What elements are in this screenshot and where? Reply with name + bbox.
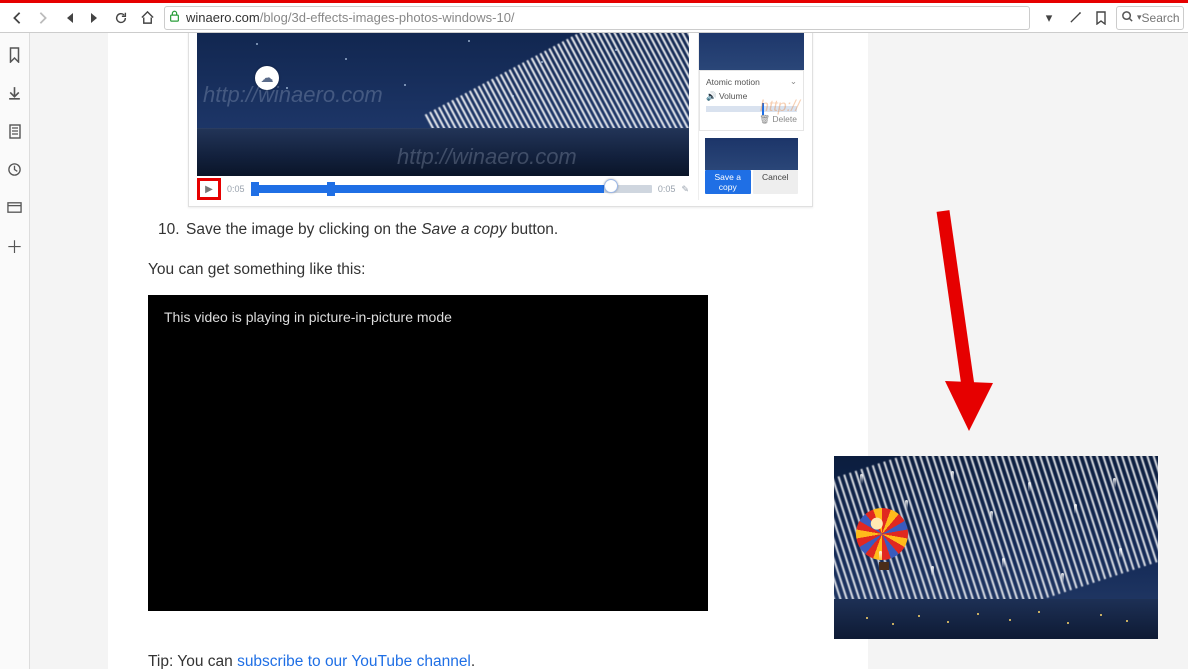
step-number: 10. (158, 221, 186, 239)
pip-placeholder[interactable]: This video is playing in picture-in-pict… (148, 295, 708, 611)
bookmark-icon[interactable] (1088, 5, 1114, 31)
play-time-end: 0:05 (658, 184, 676, 194)
bookmarks-panel-icon[interactable] (5, 45, 25, 65)
watermark-text: http:// (760, 98, 800, 116)
play-track (251, 185, 652, 193)
play-time-start: 0:05 (227, 184, 245, 194)
watermark-text: http://winaero.com (203, 82, 383, 108)
search-icon (1121, 10, 1134, 26)
tip-link[interactable]: subscribe to our YouTube channel (237, 653, 471, 669)
volume-label: Volume (719, 91, 747, 101)
step-italic: Save a copy (421, 221, 506, 238)
play-button-highlight: ▶ (197, 178, 221, 200)
dropdown-icon[interactable]: ▾ (1036, 5, 1062, 31)
edit-icon: ✎ (681, 184, 689, 195)
forward-button[interactable] (30, 5, 56, 31)
browser-accent-bar (0, 0, 1188, 3)
rewind-button[interactable] (56, 5, 82, 31)
lock-icon (169, 10, 180, 25)
page-viewport: http://winaero.com http://winaero.com ☁ … (30, 33, 1188, 669)
cancel-button: Cancel (753, 170, 799, 194)
search-input[interactable] (1142, 11, 1179, 25)
chevron-down-icon: ⌄ (790, 76, 797, 87)
article-column: http://winaero.com http://winaero.com ☁ … (108, 33, 868, 669)
address-bar[interactable]: winaero.com/blog/3d-effects-images-photo… (164, 6, 1030, 30)
step-10: 10.Save the image by clicking on the Sav… (158, 221, 848, 239)
toolbar-right: ▾ (1036, 5, 1114, 31)
tip-prefix: Tip: You can (148, 653, 237, 669)
back-button[interactable] (4, 5, 30, 31)
fast-forward-button[interactable] (82, 5, 108, 31)
notes-panel-icon[interactable] (5, 121, 25, 141)
step-text: Save the image by clicking on the (186, 221, 421, 238)
history-panel-icon[interactable] (5, 159, 25, 179)
tip-line: Tip: You can subscribe to our YouTube ch… (148, 653, 848, 669)
watermark-text: http://winaero.com (397, 144, 577, 170)
browser-sidebar: ＋ (0, 33, 30, 669)
url-host: winaero.com (186, 10, 260, 25)
screenshot-sidepanel: Atomic motion⌄ 🔊 Volume 🗑 Delete http://… (698, 33, 804, 200)
pip-message: This video is playing in picture-in-pict… (164, 309, 452, 325)
search-box[interactable]: ▾ (1116, 6, 1184, 30)
effect-name: Atomic motion (706, 77, 760, 87)
window-panel-icon[interactable] (5, 197, 25, 217)
annotation-arrow (913, 203, 1003, 446)
effect-marker-icon: ☁ (255, 66, 279, 90)
screenshot-playbar: ▶ 0:05 0:05 ✎ (197, 178, 689, 200)
add-panel-icon[interactable]: ＋ (5, 235, 25, 255)
result-intro: You can get something like this: (148, 261, 848, 279)
tutorial-screenshot: http://winaero.com http://winaero.com ☁ … (188, 33, 813, 207)
pip-floating-video[interactable] (834, 456, 1158, 639)
screenshot-preview: http://winaero.com http://winaero.com ☁ (197, 33, 689, 176)
browser-toolbar: winaero.com/blog/3d-effects-images-photo… (0, 3, 1188, 33)
wand-icon[interactable] (1062, 5, 1088, 31)
url-text[interactable]: winaero.com/blog/3d-effects-images-photo… (184, 10, 1025, 25)
step-text: button. (507, 221, 559, 238)
tip-suffix: . (471, 653, 475, 669)
url-path: /blog/3d-effects-images-photos-windows-1… (260, 10, 515, 25)
save-copy-button: Save a copy (705, 170, 751, 194)
reload-button[interactable] (108, 5, 134, 31)
downloads-panel-icon[interactable] (5, 83, 25, 103)
home-button[interactable] (134, 5, 160, 31)
